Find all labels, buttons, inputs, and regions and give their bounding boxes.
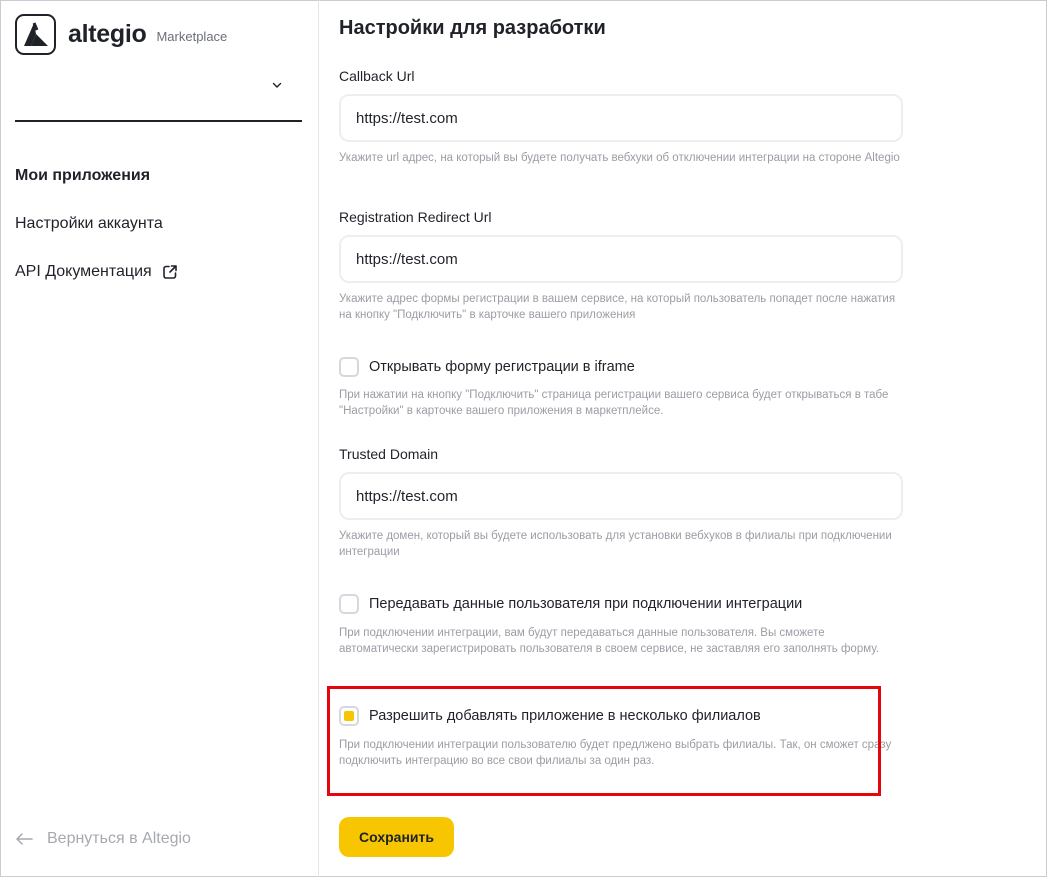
altegio-logo-icon bbox=[15, 14, 56, 55]
redirect-url-input[interactable] bbox=[339, 235, 903, 283]
sidebar-item-account-settings[interactable]: Настройки аккаунта bbox=[15, 212, 178, 236]
userdata-checkbox-label: Передавать данные пользователя при подкл… bbox=[369, 596, 803, 612]
callback-url-input[interactable] bbox=[339, 94, 903, 142]
userdata-checkbox[interactable] bbox=[339, 594, 359, 614]
sidebar-item-label: API Документация bbox=[15, 263, 152, 280]
callback-url-label: Callback Url bbox=[339, 68, 415, 84]
callback-url-hint: Укажите url адрес, на который вы будете … bbox=[339, 152, 900, 164]
trusted-domain-input[interactable] bbox=[339, 472, 903, 520]
sidebar-nav: Мои приложения Настройки аккаунта API До… bbox=[15, 164, 178, 308]
iframe-checkbox[interactable] bbox=[339, 357, 359, 377]
back-label: Вернуться в Altegio bbox=[47, 830, 191, 847]
redirect-url-label: Registration Redirect Url bbox=[339, 209, 492, 225]
sidebar: altegio Marketplace Мои приложения Настр… bbox=[0, 0, 319, 877]
brand-sub: Marketplace bbox=[156, 29, 228, 44]
back-to-altegio-link[interactable]: Вернуться в Altegio bbox=[15, 830, 191, 848]
brand-name: altegio bbox=[68, 20, 147, 48]
logo[interactable]: altegio Marketplace bbox=[15, 14, 227, 55]
iframe-hint: При нажатии на кнопку "Подключить" стран… bbox=[339, 389, 889, 417]
redirect-url-hint: Укажите адрес формы регистрации в вашем … bbox=[339, 293, 896, 321]
company-selector[interactable] bbox=[15, 64, 302, 122]
iframe-checkbox-label: Открывать форму регистрации в iframe bbox=[369, 359, 635, 375]
userdata-hint: При подключении интеграции, вам будут пе… bbox=[339, 627, 880, 655]
save-button[interactable]: Сохранить bbox=[339, 817, 454, 857]
sidebar-item-label: Настройки аккаунта bbox=[15, 215, 163, 232]
sidebar-item-api-docs[interactable]: API Документация bbox=[15, 260, 178, 284]
userdata-checkbox-row[interactable]: Передавать данные пользователя при подкл… bbox=[339, 594, 802, 614]
external-link-icon bbox=[162, 265, 177, 279]
sidebar-item-my-apps[interactable]: Мои приложения bbox=[15, 164, 178, 188]
page-title: Настройки для разработки bbox=[339, 17, 606, 39]
chevron-down-icon bbox=[272, 82, 282, 88]
highlight-box bbox=[327, 686, 881, 796]
sidebar-item-label: Мои приложения bbox=[15, 167, 151, 184]
iframe-checkbox-row[interactable]: Открывать форму регистрации в iframe bbox=[339, 357, 635, 377]
trusted-domain-label: Trusted Domain bbox=[339, 446, 439, 462]
arrow-left-icon bbox=[16, 833, 33, 845]
trusted-domain-hint: Укажите домен, который вы будете использ… bbox=[339, 530, 892, 558]
